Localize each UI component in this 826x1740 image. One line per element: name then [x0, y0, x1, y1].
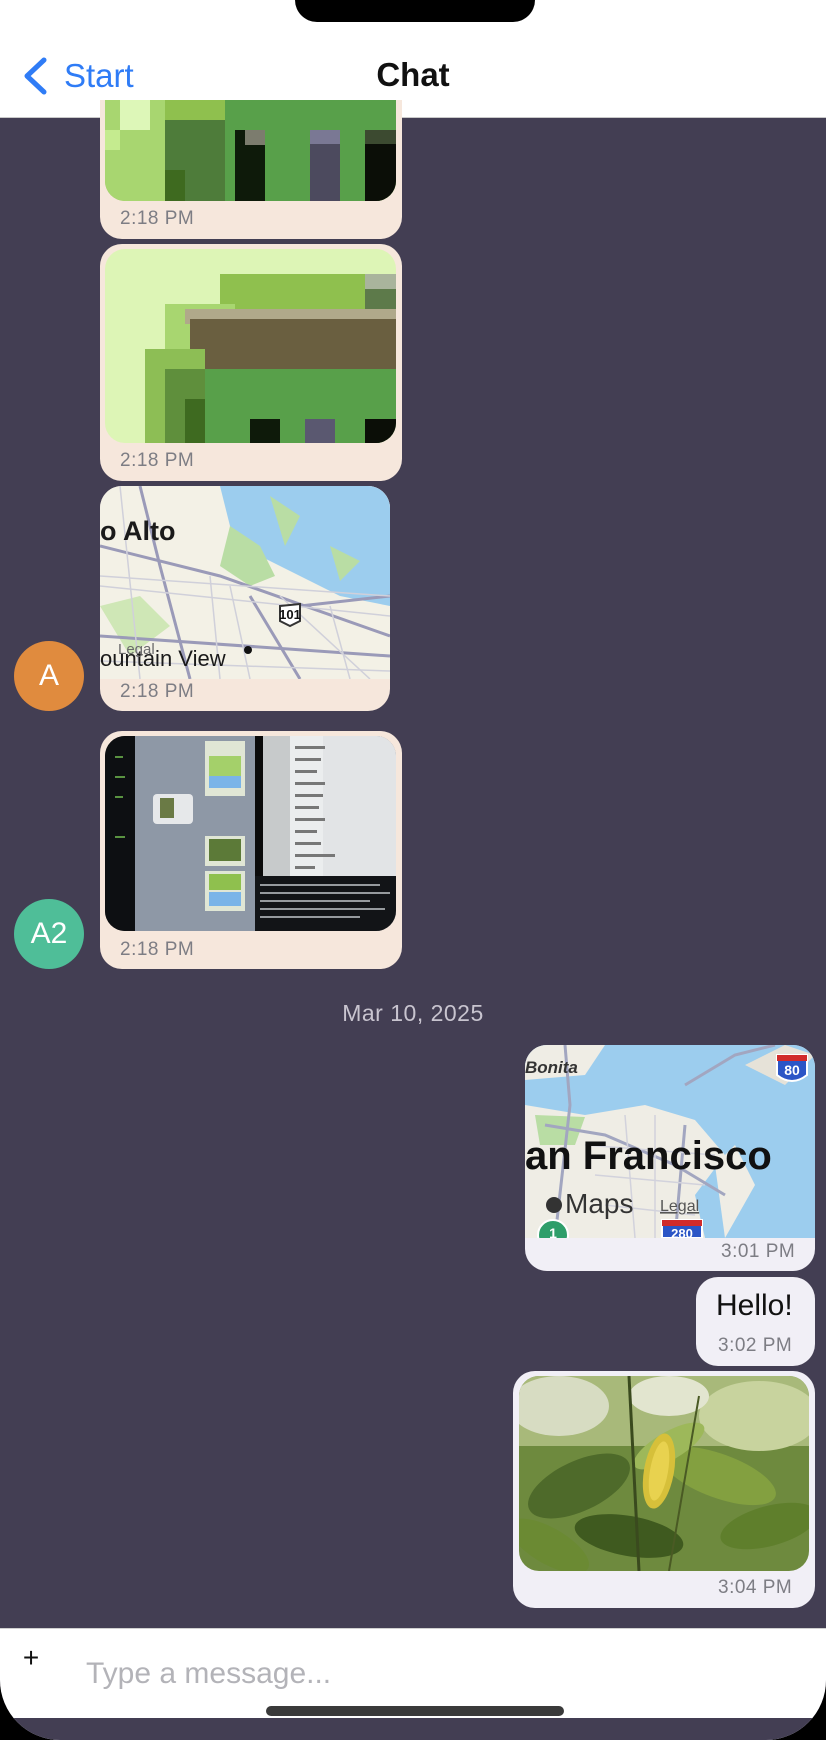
- message-time: 2:18 PM: [120, 208, 195, 229]
- message-time: 3:01 PM: [721, 1241, 796, 1262]
- message-image[interactable]: [105, 249, 396, 443]
- avatar[interactable]: A: [14, 641, 84, 711]
- page-title: Chat: [376, 56, 450, 93]
- map-label-bonita: Bonita: [525, 1058, 578, 1077]
- message-bubble[interactable]: Hello! 3:02 PM: [696, 1277, 815, 1366]
- message-bubble[interactable]: 2:18 PM: [100, 244, 402, 481]
- message-bubble[interactable]: 2:18 PM: [100, 731, 402, 969]
- message-bubble[interactable]: Bonita an Francisco Maps Legal 80 280 1 …: [525, 1045, 815, 1271]
- svg-text:80: 80: [784, 1062, 800, 1078]
- message-time: 2:18 PM: [120, 939, 195, 960]
- message-time: 2:18 PM: [120, 450, 195, 471]
- message-text: Hello!: [716, 1289, 793, 1322]
- map-label-san-francisco: an Francisco: [525, 1134, 772, 1178]
- route-shield-101: 101: [279, 607, 301, 622]
- message-image[interactable]: [105, 100, 396, 201]
- bottom-strip: [0, 1718, 826, 1740]
- message-input[interactable]: [86, 1649, 766, 1699]
- message-bubble[interactable]: 3:04 PM: [513, 1371, 815, 1608]
- message-bubble[interactable]: 101 o Alto ountain View Legal 2:18 PM: [100, 486, 390, 711]
- chat-screen: Start Chat 2:18 PM 2:18 PM 101 o Alto ou…: [0, 0, 826, 1740]
- interstate-80-shield: 80: [776, 1054, 808, 1082]
- add-attachment-button[interactable]: +: [16, 1642, 46, 1673]
- message-map[interactable]: Bonita an Francisco Maps Legal 80 280 1: [525, 1045, 815, 1238]
- message-bubble[interactable]: 2:18 PM: [100, 100, 402, 239]
- svg-text:1: 1: [549, 1225, 557, 1238]
- map-legal-link[interactable]: Legal: [660, 1198, 699, 1215]
- message-image[interactable]: [519, 1376, 809, 1571]
- svg-text:280: 280: [671, 1226, 693, 1238]
- avatar[interactable]: A2: [14, 899, 84, 969]
- svg-text:Maps: Maps: [565, 1188, 633, 1219]
- message-map[interactable]: 101 o Alto ountain View Legal: [100, 486, 390, 679]
- message-time: 2:18 PM: [120, 681, 195, 702]
- interstate-280-shield: 280: [661, 1219, 703, 1238]
- home-indicator: [266, 1706, 564, 1716]
- message-time: 3:04 PM: [718, 1577, 793, 1598]
- date-separator: Mar 10, 2025: [342, 1000, 484, 1026]
- device-notch: [295, 0, 535, 22]
- map-legal-link[interactable]: Legal: [118, 641, 155, 658]
- map-label-palo-alto: o Alto: [100, 516, 175, 546]
- message-time: 3:02 PM: [718, 1335, 793, 1356]
- message-image[interactable]: [105, 736, 396, 931]
